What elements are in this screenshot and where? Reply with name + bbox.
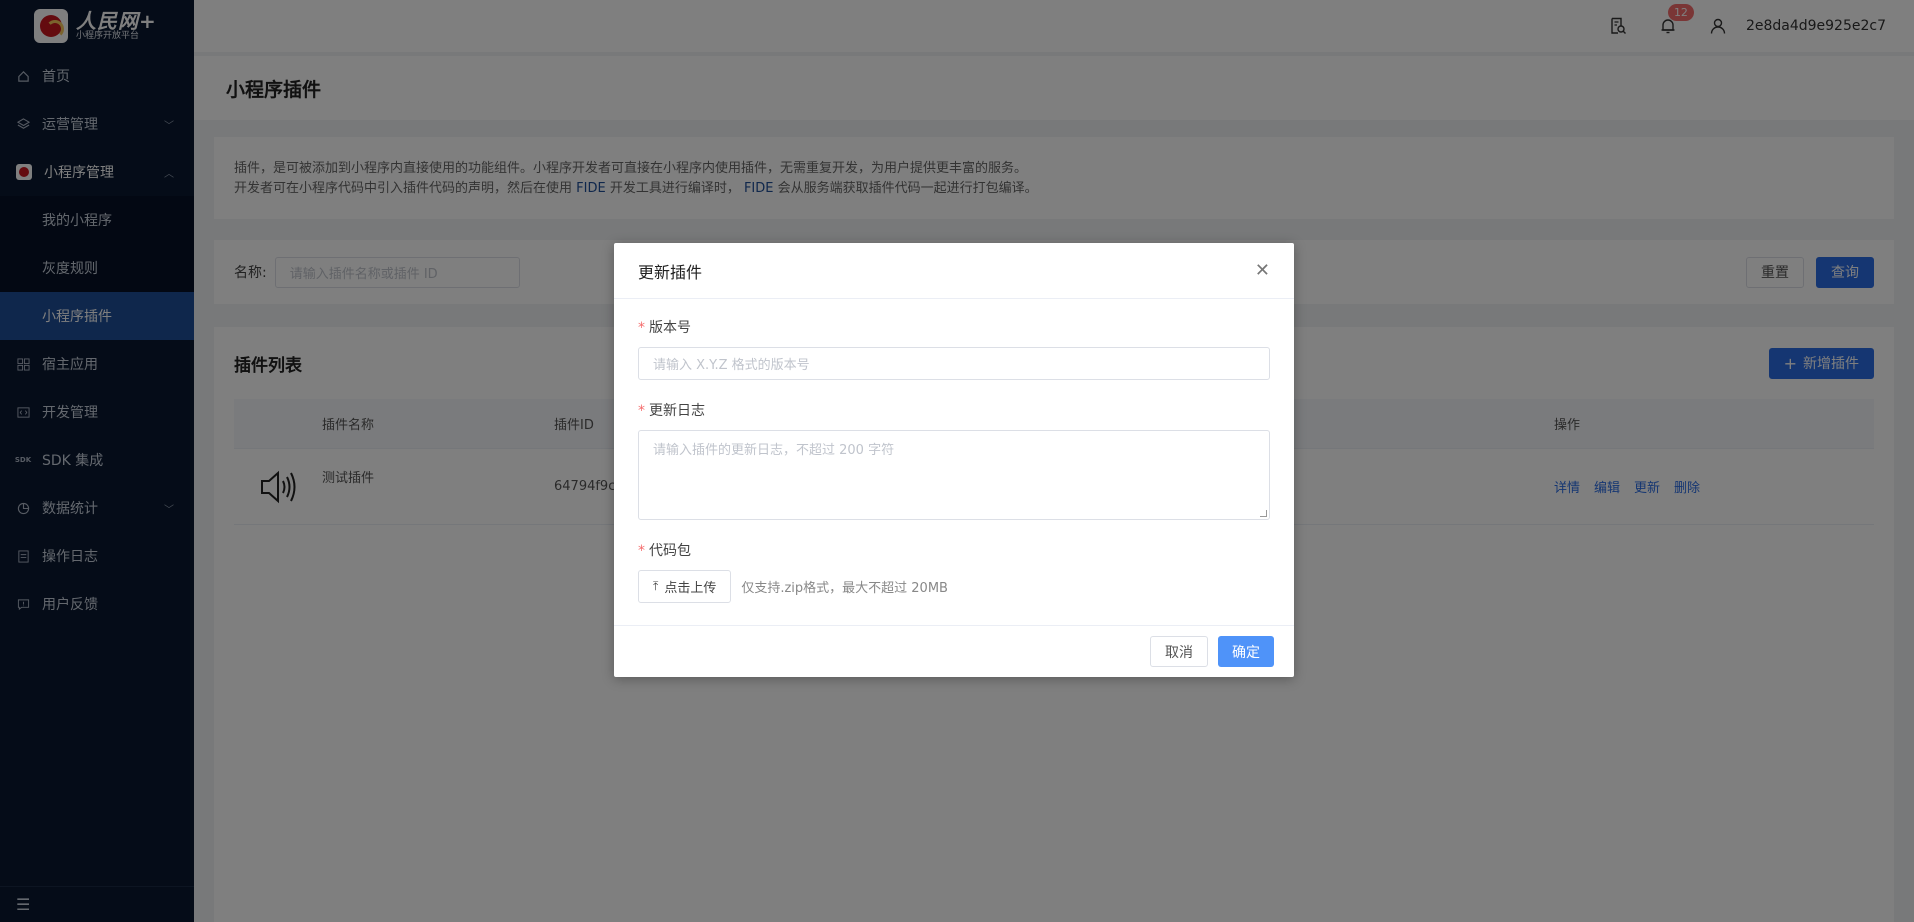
changelog-textarea[interactable]: 请输入插件的更新日志，不超过 200 字符 [638, 430, 1270, 520]
close-icon[interactable]: ✕ [1255, 260, 1270, 281]
required-mark: * [638, 320, 645, 336]
cancel-button[interactable]: 取消 [1150, 636, 1208, 667]
package-label-text: 代码包 [649, 543, 691, 559]
confirm-button[interactable]: 确定 [1218, 636, 1274, 667]
update-plugin-dialog: 更新插件 ✕ * 版本号 请输入 X.Y.Z 格式的版本号 * 更新日志 请输入插件… [614, 243, 1294, 677]
package-field-label: * 代码包 [638, 540, 1270, 560]
required-mark: * [638, 403, 645, 419]
upload-tip: 仅支持.zip格式，最大不超过 20MB [741, 581, 948, 596]
upload-label: 点击上传 [664, 581, 717, 596]
version-input[interactable]: 请输入 X.Y.Z 格式的版本号 [638, 347, 1270, 380]
changelog-field-label: * 更新日志 [638, 400, 1270, 420]
upload-button[interactable]: ⤒ 点击上传 [638, 570, 732, 603]
changelog-label-text: 更新日志 [649, 403, 705, 419]
dialog-title: 更新插件 [638, 262, 703, 282]
version-field-label: * 版本号 [638, 317, 1270, 337]
version-label-text: 版本号 [649, 320, 691, 336]
required-mark: * [638, 543, 645, 559]
upload-icon: ⤒ [653, 579, 659, 593]
